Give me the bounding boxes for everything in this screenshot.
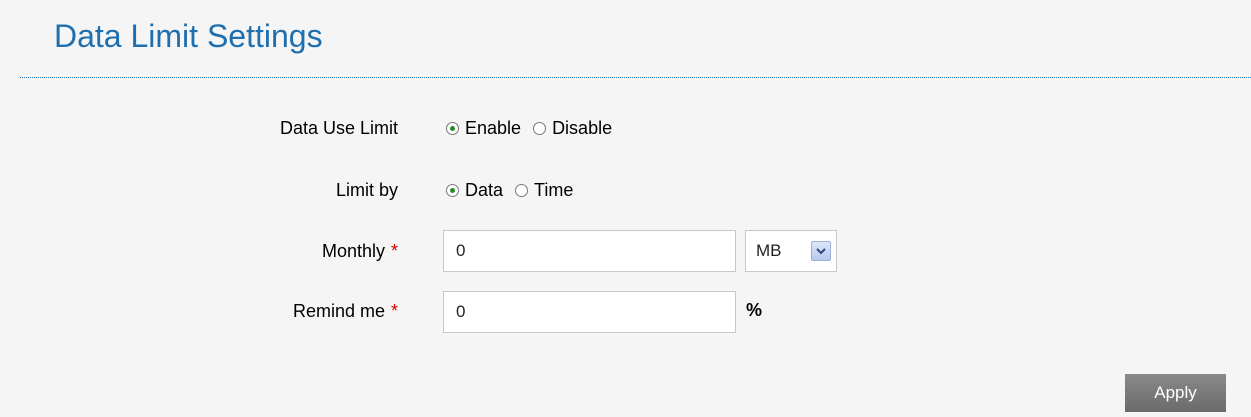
remind-me-unit: % [746, 300, 763, 320]
radio-unchecked-icon[interactable] [515, 184, 529, 197]
apply-button[interactable]: Apply [1125, 374, 1226, 412]
monthly-input[interactable]: 0 [443, 230, 736, 272]
time-label: Time [534, 180, 574, 200]
enable-label: Enable [465, 118, 522, 138]
remind-me-input[interactable]: 0 [443, 291, 736, 333]
remind-me-label: Remind me * [198, 301, 398, 322]
remind-me-label-text: Remind me [292, 301, 385, 321]
radio-checked-icon[interactable] [446, 122, 459, 135]
radio-checked-icon[interactable] [446, 184, 459, 197]
page-title: Data Limit Settings [54, 18, 323, 54]
monthly-label-text: Monthly [321, 241, 385, 261]
monthly-unit-value: MB [756, 241, 782, 260]
monthly-label: Monthly * [198, 241, 398, 262]
data-use-limit-label: Data Use Limit [279, 118, 398, 138]
data-label: Data [465, 180, 504, 200]
chevron-down-icon[interactable] [811, 241, 831, 261]
required-marker: * [390, 241, 398, 261]
required-marker: * [390, 301, 398, 321]
radio-unchecked-icon[interactable] [533, 122, 547, 135]
limit-by-label: Limit by [335, 180, 398, 200]
monthly-unit-select[interactable]: MB [745, 230, 837, 272]
title-divider [20, 77, 1251, 78]
data-use-limit-enable-option[interactable]: Enable [446, 118, 521, 139]
limit-by-radio-group: Data Time [446, 180, 585, 201]
data-use-limit-radio-group: Enable Disable [446, 118, 624, 139]
disable-label: Disable [552, 118, 613, 138]
limit-by-time-option[interactable]: Time [515, 180, 573, 201]
data-use-limit-disable-option[interactable]: Disable [533, 118, 612, 139]
limit-by-data-option[interactable]: Data [446, 180, 503, 201]
